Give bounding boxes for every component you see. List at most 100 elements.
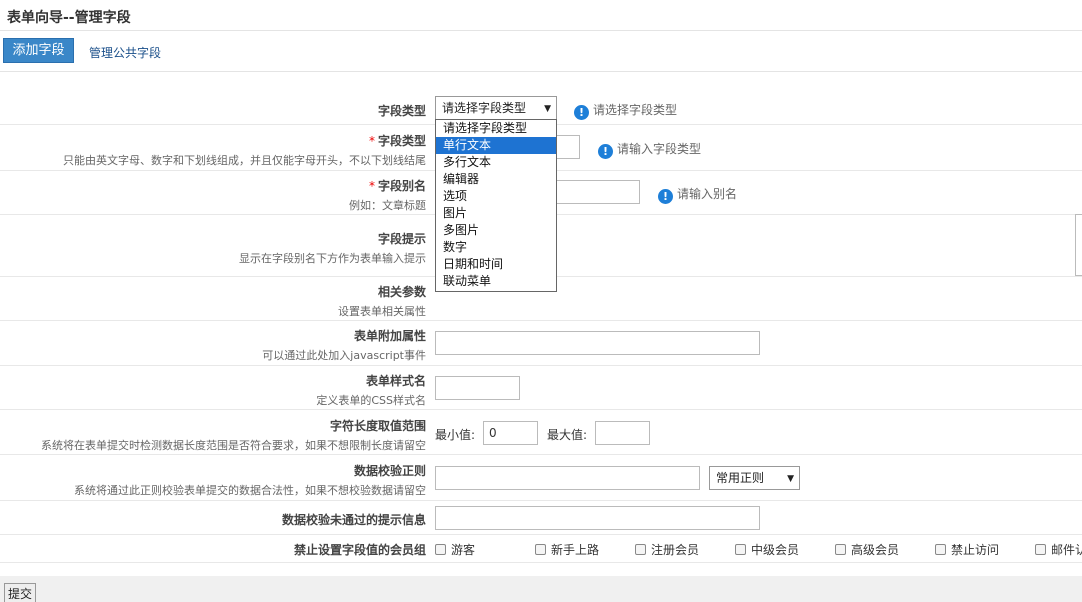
chevron-down-icon: ▼: [544, 104, 551, 114]
dropdown-option[interactable]: 编辑器: [436, 171, 556, 188]
group-checkbox[interactable]: 游客: [435, 541, 475, 558]
group-label: 游客: [451, 543, 476, 557]
field-type-label: 字段类型: [377, 104, 426, 118]
checkbox-icon[interactable]: [1035, 544, 1046, 555]
field-type-label-wrap: 字段类型: [378, 102, 426, 119]
extra-attr-input[interactable]: [435, 331, 760, 355]
tab-manage-public-fields[interactable]: 管理公共字段: [89, 44, 161, 61]
field-name-hint-text: 请输入字段类型: [617, 142, 702, 156]
chevron-down-icon: ▼: [787, 474, 794, 484]
group-checkbox[interactable]: 注册会员: [635, 541, 699, 558]
banned-groups-label: 禁止设置字段值的会员组: [293, 543, 426, 557]
row-css-name: 表单样式名 定义表单的CSS样式名: [0, 366, 1082, 410]
validation-desc: 系统将通过此正则校验表单提交的数据合法性，如果不想校验数据请留空: [74, 484, 426, 497]
params-label: 相关参数: [377, 285, 426, 299]
checkbox-icon[interactable]: [635, 544, 646, 555]
field-alias-desc: 例如：文章标题: [349, 199, 426, 212]
row-length-range: 字符长度取值范围 系统将在表单提交时检测数据长度范围是否符合要求，如果不想限制长…: [0, 410, 1082, 455]
field-type-selected-value: 请选择字段类型: [442, 101, 527, 115]
css-name-input[interactable]: [435, 376, 520, 400]
row-extra-attr: 表单附加属性 可以通过此处加入javascript事件: [0, 321, 1082, 366]
field-alias-label: * 字段别名: [349, 177, 426, 194]
required-mark: *: [368, 179, 375, 193]
dropdown-option[interactable]: 日期和时间: [436, 256, 556, 273]
params-desc: 设置表单相关属性: [338, 305, 426, 318]
dropdown-option[interactable]: 选项: [436, 188, 556, 205]
row-banned-groups: 禁止设置字段值的会员组 游客 新手上路 注册会员 中级会员 高级会员 禁止访问 …: [0, 535, 1082, 563]
min-label: 最小值:: [435, 428, 476, 442]
common-regex-select[interactable]: 常用正则 ▼: [709, 466, 800, 490]
dropdown-option[interactable]: 图片: [436, 205, 556, 222]
field-name-label-wrap: * 字段类型 只能由英文字母、数字和下划线组成，并且仅能字母开头，不以下划线结尾: [63, 132, 426, 168]
field-tip-label-wrap: 字段提示 显示在字段别名下方作为表单输入提示: [239, 230, 426, 266]
dropdown-option[interactable]: 联动菜单: [436, 273, 556, 290]
checkbox-icon[interactable]: [835, 544, 846, 555]
group-label: 禁止访问: [951, 543, 1000, 557]
tab-bar: 添加字段 管理公共字段: [0, 31, 1082, 72]
dropdown-option[interactable]: 多图片: [436, 222, 556, 239]
field-name-desc: 只能由英文字母、数字和下划线组成，并且仅能字母开头，不以下划线结尾: [63, 154, 426, 167]
length-range-desc: 系统将在表单提交时检测数据长度范围是否符合要求，如果不想限制长度请留空: [41, 439, 426, 452]
field-type-hint: ! 请选择字段类型: [574, 101, 677, 120]
field-tip-desc: 显示在字段别名下方作为表单输入提示: [239, 252, 426, 265]
submit-button[interactable]: 提交: [4, 583, 36, 602]
required-mark: *: [368, 134, 375, 148]
group-label: 邮件认: [1051, 543, 1082, 557]
validation-label-wrap: 数据校验正则 系统将通过此正则校验表单提交的数据合法性，如果不想校验数据请留空: [74, 462, 426, 498]
params-label-wrap: 相关参数 设置表单相关属性: [338, 283, 426, 319]
checkbox-icon[interactable]: [935, 544, 946, 555]
field-alias-label-wrap: * 字段别名 例如：文章标题: [349, 177, 426, 213]
group-checkbox[interactable]: 中级会员: [735, 541, 799, 558]
validation-label: 数据校验正则: [353, 464, 426, 478]
min-length-input[interactable]: [483, 421, 538, 445]
banned-groups-label-wrap: 禁止设置字段值的会员组: [294, 541, 426, 558]
css-name-label-wrap: 表单样式名 定义表单的CSS样式名: [316, 372, 426, 408]
field-name-label: * 字段类型: [63, 132, 426, 149]
field-type-hint-text: 请选择字段类型: [593, 103, 678, 117]
tab-add-field[interactable]: 添加字段: [3, 38, 74, 63]
dropdown-option[interactable]: 数字: [436, 239, 556, 256]
page-title: 表单向导--管理字段: [7, 10, 131, 26]
validation-msg-label-wrap: 数据校验未通过的提示信息: [282, 511, 426, 528]
group-label: 中级会员: [751, 543, 800, 557]
group-label: 注册会员: [651, 543, 700, 557]
validation-msg-input[interactable]: [435, 506, 760, 530]
field-alias-label-text: 字段别名: [377, 179, 426, 193]
form-footer: 提交: [0, 576, 1082, 602]
group-checkbox[interactable]: 禁止访问: [935, 541, 999, 558]
field-name-label-text: 字段类型: [377, 134, 426, 148]
validation-msg-label: 数据校验未通过的提示信息: [281, 513, 426, 527]
field-type-select[interactable]: 请选择字段类型 ▼: [435, 96, 557, 120]
page-header: 表单向导--管理字段: [0, 0, 1082, 31]
field-type-dropdown-list[interactable]: 请选择字段类型 单行文本 多行文本 编辑器 选项 图片 多图片 数字 日期和时间…: [435, 119, 557, 292]
css-name-label: 表单样式名: [365, 374, 426, 388]
css-name-desc: 定义表单的CSS样式名: [316, 394, 426, 407]
length-range-label: 字符长度取值范围: [329, 419, 426, 433]
group-label: 高级会员: [851, 543, 900, 557]
group-checkbox[interactable]: 邮件认: [1035, 541, 1082, 558]
field-tip-label: 字段提示: [377, 232, 426, 246]
row-validation-msg: 数据校验未通过的提示信息: [0, 501, 1082, 535]
group-checkbox[interactable]: 高级会员: [835, 541, 899, 558]
exclamation-circle-icon: !: [658, 189, 673, 204]
checkbox-icon[interactable]: [535, 544, 546, 555]
checkbox-icon[interactable]: [735, 544, 746, 555]
extra-attr-desc: 可以通过此处加入javascript事件: [262, 349, 426, 362]
dropdown-option[interactable]: 多行文本: [436, 154, 556, 171]
exclamation-circle-icon: !: [598, 144, 613, 159]
extra-attr-label: 表单附加属性: [353, 329, 426, 343]
dropdown-option-highlighted[interactable]: 单行文本: [436, 137, 556, 154]
field-alias-hint-text: 请输入别名: [677, 187, 738, 201]
group-checkbox[interactable]: 新手上路: [535, 541, 599, 558]
exclamation-circle-icon: !: [574, 105, 589, 120]
field-alias-hint: ! 请输入别名: [658, 185, 737, 204]
validation-regex-input[interactable]: [435, 466, 700, 490]
dropdown-option[interactable]: 请选择字段类型: [436, 120, 556, 137]
row-validation: 数据校验正则 系统将通过此正则校验表单提交的数据合法性，如果不想校验数据请留空 …: [0, 455, 1082, 501]
length-range-label-wrap: 字符长度取值范围 系统将在表单提交时检测数据长度范围是否符合要求，如果不想限制长…: [41, 417, 426, 453]
max-length-input[interactable]: [595, 421, 650, 445]
common-regex-selected-value: 常用正则: [716, 471, 765, 485]
field-tip-textarea-edge[interactable]: [1075, 214, 1082, 276]
max-label: 最大值:: [547, 428, 588, 442]
checkbox-icon[interactable]: [435, 544, 446, 555]
